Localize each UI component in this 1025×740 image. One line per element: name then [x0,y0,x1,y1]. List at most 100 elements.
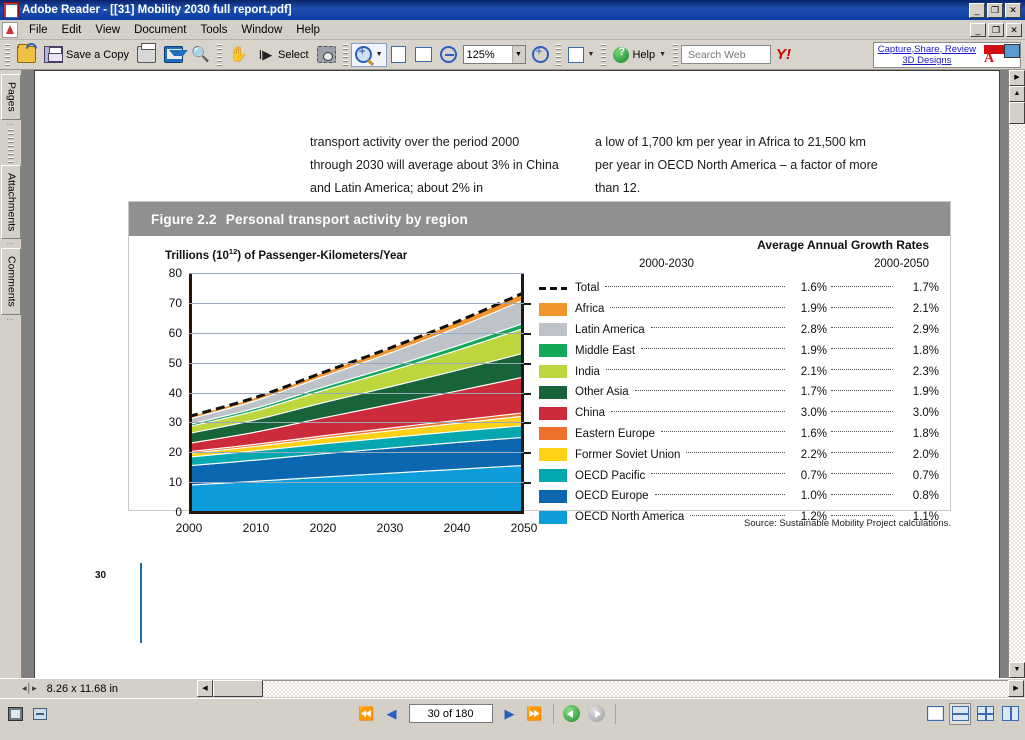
sidebar-tab-attachments[interactable]: Attachments [0,164,21,240]
toolbar-grip-5[interactable] [601,43,607,66]
legend-growth-2000-2050: 2.0% [912,448,939,461]
chart-canvas-wrap: 0 10 20 30 40 50 60 70 80 2000 2010 2020 2030 2040 20… [169,266,538,535]
legend-leader-dots [651,473,785,475]
doc-minimize-button[interactable]: _ [970,22,986,37]
search-web-input[interactable] [686,47,766,62]
zoom-out-button[interactable] [436,43,461,67]
fit-width-button[interactable] [411,43,436,67]
hand-tool-button[interactable]: ✋ [225,43,252,67]
magnifier-plus-icon [354,44,372,63]
legend-swatch-former-soviet-union [539,448,567,462]
resize-handle-icon[interactable]: ◂│▸ [22,683,37,694]
toggle-sidebar-button[interactable] [4,703,26,725]
print-button[interactable] [133,43,160,67]
continuous-view-button[interactable] [949,702,971,725]
menu-view[interactable]: View [88,22,127,38]
sidebar-tab-comments[interactable]: Comments [0,248,21,315]
previous-view-button[interactable] [561,703,583,725]
promo-line-2[interactable]: 3D Designs [874,55,980,66]
minus-icon [33,707,47,720]
toolbar-grip-4[interactable] [555,43,561,66]
legend-leader-dots [605,285,785,287]
help-chevron-down-icon[interactable]: ▼ [659,51,666,58]
scroll-down-button[interactable]: ▼ [1009,662,1025,678]
vertical-scrollbar[interactable]: ▶ ▲ ▼ [1008,70,1025,678]
toolbar-grip-2[interactable] [216,43,222,66]
zoom-level-input[interactable] [463,48,512,61]
pages-view-button[interactable]: ▼ [564,43,599,67]
navtabs-grip[interactable] [7,128,14,165]
first-page-button[interactable]: ⏪ [356,703,378,725]
previous-page-button[interactable]: ◀ [381,703,403,725]
menu-tools[interactable]: Tools [194,22,235,38]
scroll-left-button[interactable]: ◀ [197,680,213,697]
chevron-down-icon[interactable]: ▼ [376,51,383,58]
doc-close-button[interactable]: ✕ [1006,22,1022,37]
search-web-box[interactable] [681,45,771,64]
y-axis-label-pre: Trillions (10 [165,249,229,262]
y-tick-30: 30 [168,415,182,430]
legend-swatch-latin-america [539,323,567,337]
toolbar-grip[interactable] [5,43,10,66]
legend-label-oecd-europe: OECD Europe [575,490,649,503]
snapshot-tool-button[interactable] [313,43,340,67]
save-a-copy-button[interactable]: Save a Copy [40,43,133,67]
facing-view-button[interactable] [974,703,996,725]
horizontal-scrollbar[interactable]: ◀ ▶ [197,680,1024,697]
promo-banner[interactable]: Capture,Share, Review 3D Designs A [872,41,1021,68]
menu-window[interactable]: Window [234,22,289,38]
yahoo-logo[interactable]: Y! [776,46,791,63]
pages-tab-dots: ⋯ [6,121,15,129]
floppy-disk-icon [44,46,63,63]
scroll-split-button[interactable]: ▶ [1009,70,1025,86]
zoom-in-tool-button[interactable]: ▼ [350,42,387,67]
scroll-right-button[interactable]: ▶ [1008,680,1024,697]
collapse-button[interactable] [29,703,51,725]
page-folio-number: 30 [95,570,107,581]
last-page-button[interactable]: ⏩ [524,703,546,725]
email-button[interactable] [160,43,188,67]
zoom-in-step-button[interactable] [528,43,553,67]
restore-button[interactable]: ❐ [987,2,1003,18]
document-view[interactable]: transport activity over the period 2000 … [22,70,1008,678]
sidebar-tab-pages[interactable]: Pages [0,74,21,120]
vertical-scroll-thumb[interactable] [1009,102,1025,124]
page-number-field[interactable]: 30 of 180 [408,704,493,723]
legend-label-other-asia: Other Asia [575,386,629,399]
next-view-button[interactable] [586,703,608,725]
continuous-facing-view-button[interactable] [999,703,1021,725]
legend-label-eastern-europe: Eastern Europe [575,427,655,440]
menu-document[interactable]: Document [127,22,193,38]
scroll-up-button[interactable]: ▲ [1009,86,1025,102]
open-button[interactable] [13,43,40,67]
horizontal-scroll-track[interactable] [263,680,1008,697]
vertical-scroll-track[interactable] [1009,102,1025,662]
page-blue-rule [140,563,142,643]
fit-page-button[interactable] [387,43,411,67]
select-tool-button[interactable]: I▶ Select [252,43,313,67]
menu-edit[interactable]: Edit [55,22,89,38]
legend-title: Average Annual Growth Rates [757,238,929,252]
horizontal-scroll-thumb[interactable] [213,680,263,697]
zoom-dropdown-arrow[interactable]: ▼ [511,46,525,63]
menu-file[interactable]: File [22,22,55,38]
gridline-60 [189,332,524,334]
legend-growth-2000-2050: 1.8% [912,427,939,440]
doc-restore-button[interactable]: ❐ [988,22,1004,37]
promo-line-1[interactable]: Capture,Share, Review [874,44,980,55]
close-button[interactable]: ✕ [1005,2,1021,18]
toolbar-grip-6[interactable] [673,43,678,66]
hand-icon: ✋ [229,46,248,63]
help-button[interactable]: Help ▼ [609,43,670,67]
legend-leader-dots-2 [831,327,893,329]
single-page-view-button[interactable] [924,703,946,725]
search-button[interactable]: 🔍 [187,43,214,67]
pages-chevron-down-icon[interactable]: ▼ [588,51,595,58]
menu-help[interactable]: Help [289,22,327,38]
zoom-level-combobox[interactable]: ▼ [462,45,526,64]
toolbar-grip-3[interactable] [342,43,348,66]
next-page-button[interactable]: ▶ [499,703,521,725]
legend-row: China 3.0% 3.0% [539,403,939,424]
minimize-button[interactable]: _ [969,2,985,18]
legend-row: Other Asia 1.7% 1.9% [539,382,939,403]
